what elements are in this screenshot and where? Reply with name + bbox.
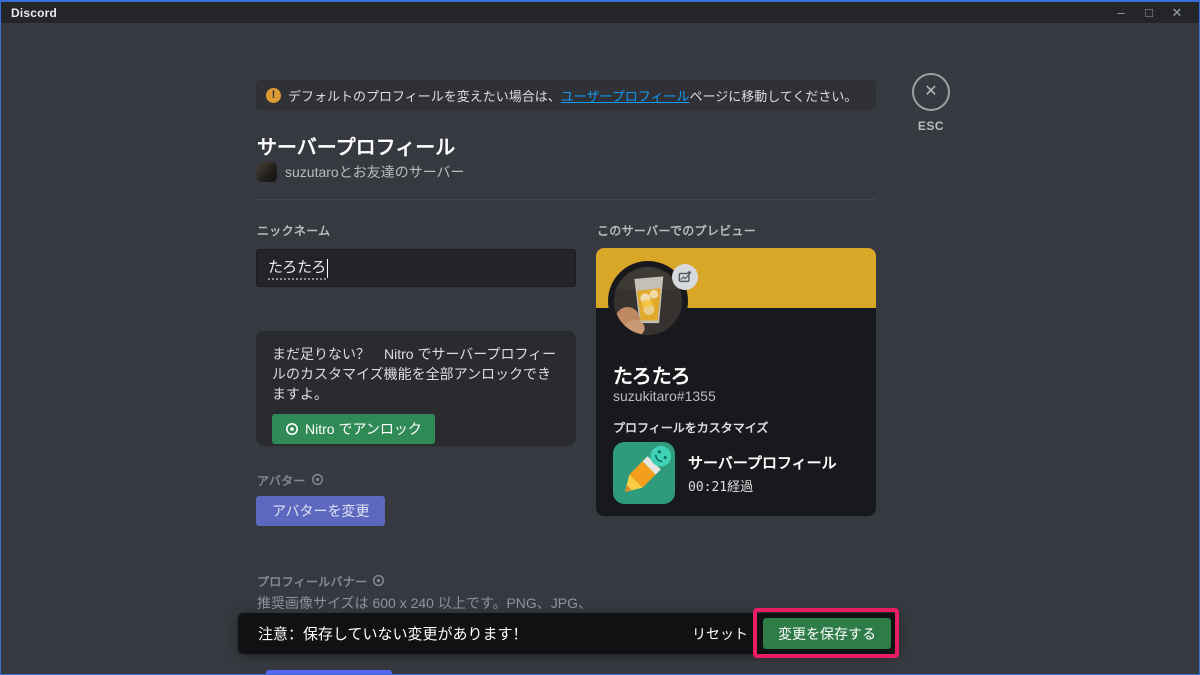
notice-text-before: デフォルトのプロフィールを変えたい場合は、 <box>288 86 561 105</box>
nickname-input[interactable]: たろたろ <box>256 249 576 287</box>
change-banner-button-partial[interactable] <box>266 670 392 675</box>
title-bar: Discord – □ ✕ <box>1 2 1199 23</box>
nickname-value: たろたろ <box>268 256 326 280</box>
server-name: suzutaroとお友達のサーバー <box>285 162 465 182</box>
esc-close-group: ✕ ESC <box>912 73 950 133</box>
activity-row: サーバープロフィール 00:21経過 <box>613 442 837 504</box>
nitro-badge-icon <box>372 574 385 590</box>
preview-label: このサーバーでのプレビュー <box>597 222 756 239</box>
nitro-unlock-label: Nitro でアンロック <box>305 419 422 439</box>
window-title: Discord <box>11 6 57 20</box>
text-caret <box>327 259 328 278</box>
pencil-rocket-icon <box>613 442 675 504</box>
notice-text-after: ページに移動してください。 <box>689 86 857 105</box>
customize-profile-header: プロフィールをカスタマイズ <box>613 419 768 436</box>
server-row: suzutaroとお友達のサーバー <box>257 162 465 182</box>
nitro-upsell-box: まだ足りない？ Nitro でサーバープロフィールのカスタマイズ機能を全部アンロ… <box>256 331 576 446</box>
page-title: サーバープロフィール <box>257 131 455 160</box>
preview-user-tag: suzukitaro#1355 <box>613 388 716 404</box>
nitro-badge-icon <box>311 473 324 489</box>
server-avatar <box>257 162 277 182</box>
save-changes-button[interactable]: 変更を保存する <box>763 618 891 649</box>
nitro-unlock-button[interactable]: Nitro でアンロック <box>272 414 435 444</box>
user-profile-link[interactable]: ユーザープロフィール <box>561 86 690 105</box>
default-profile-notice: ! デフォルトのプロフィールを変えたい場合は、ユーザープロフィールページに移動し… <box>256 80 876 110</box>
activity-title: サーバープロフィール <box>688 452 837 473</box>
esc-label: ESC <box>912 119 950 133</box>
close-settings-button[interactable]: ✕ <box>912 73 950 111</box>
change-avatar-button[interactable]: アバターを変更 <box>256 496 385 526</box>
activity-elapsed: 00:21経過 <box>688 476 837 495</box>
avatar-label-text: アバター <box>257 472 306 489</box>
reset-button[interactable]: リセット <box>692 624 748 644</box>
window-controls: – □ ✕ <box>1109 3 1189 23</box>
maximize-button[interactable]: □ <box>1137 3 1161 23</box>
activity-text: サーバープロフィール 00:21経過 <box>688 452 837 495</box>
warning-icon: ! <box>266 88 281 103</box>
add-image-icon[interactable] <box>672 264 698 290</box>
banner-size-hint: 推奨画像サイズは 600 x 240 以上です。PNG、JPG、 <box>257 593 657 613</box>
minimize-button[interactable]: – <box>1109 3 1133 23</box>
unsaved-changes-bar: 注意：保存していない変更があります！ リセット 変更を保存する <box>238 613 898 654</box>
unsaved-warning-text: 注意：保存していない変更があります！ <box>258 623 528 644</box>
nitro-upsell-message: まだ足りない？ Nitro でサーバープロフィールのカスタマイズ機能を全部アンロ… <box>272 345 560 405</box>
discord-window: Discord – □ ✕ ! デフォルトのプロフィールを変えたい場合は、ユーザ… <box>0 0 1200 675</box>
profile-banner-label-text: プロフィールバナー <box>257 573 367 590</box>
preview-display-name: たろたろ <box>613 360 691 389</box>
profile-banner-label: プロフィールバナー <box>257 573 385 590</box>
close-button[interactable]: ✕ <box>1165 3 1189 23</box>
avatar-section-label: アバター <box>257 472 324 489</box>
nickname-label: ニックネーム <box>257 222 330 239</box>
section-divider <box>256 199 876 200</box>
nitro-icon <box>285 422 299 436</box>
server-profile-preview-card: たろたろ suzukitaro#1355 プロフィールをカスタマイズ <box>596 248 876 516</box>
